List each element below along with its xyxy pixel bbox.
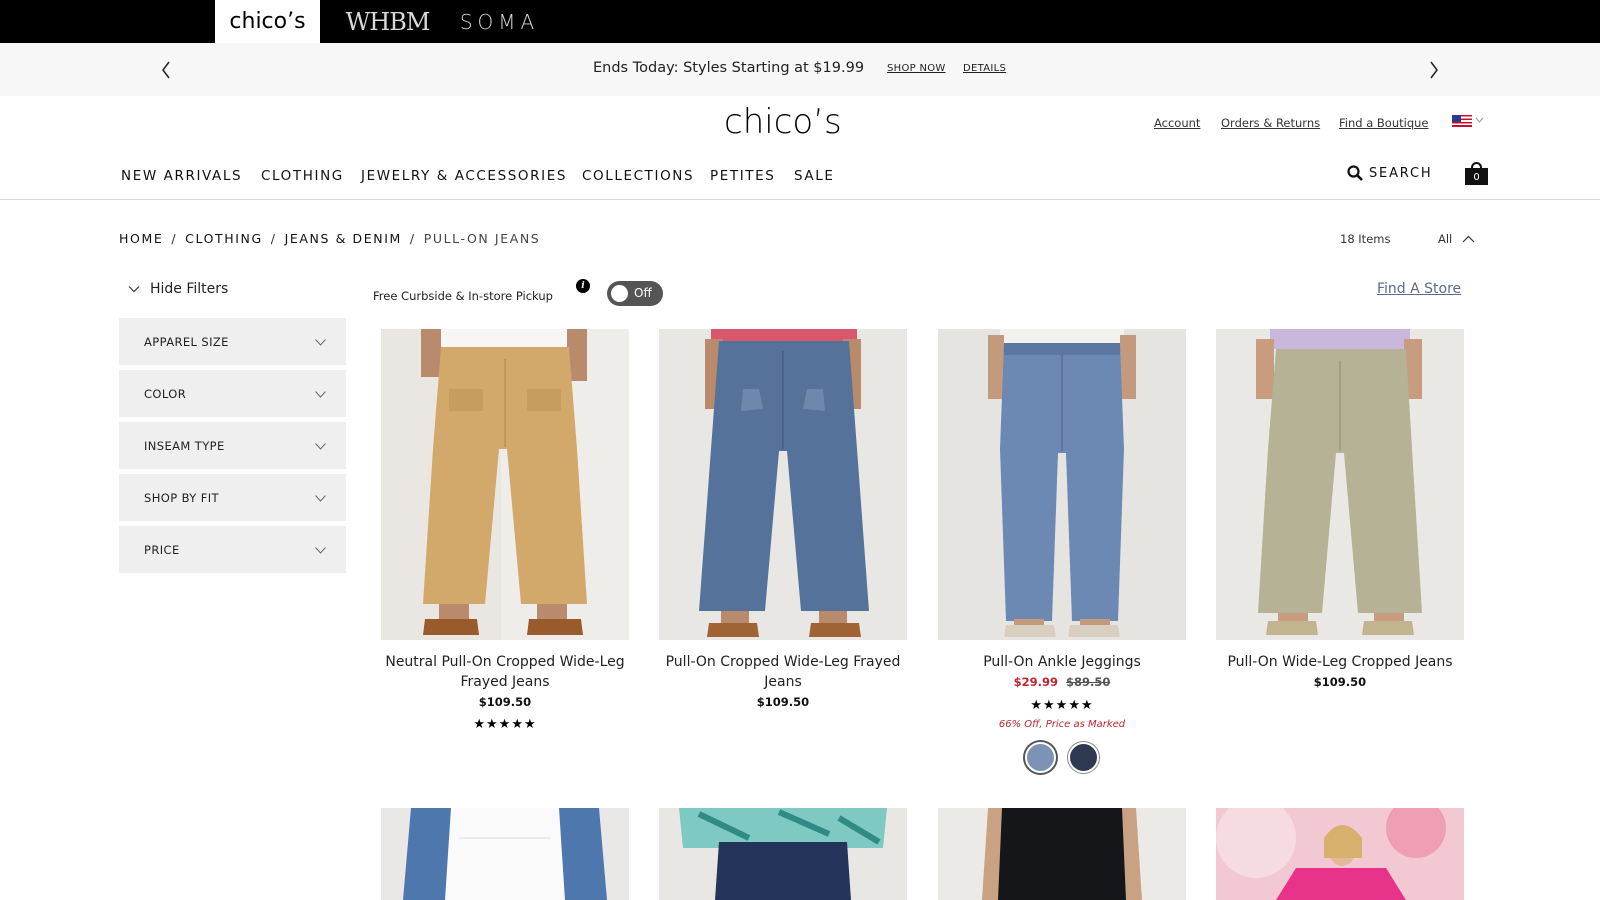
product-price: $109.50 (1313, 675, 1367, 689)
product-name[interactable]: Pull-On Wide-Leg Cropped Jeans (1216, 652, 1464, 672)
filter-inseam-type[interactable]: INSEAM TYPE (119, 422, 346, 469)
filter-label: INSEAM TYPE (144, 439, 225, 453)
product-image[interactable] (1216, 329, 1464, 640)
view-all-label: All (1438, 232, 1453, 246)
rating-stars[interactable]: ★★★★★ (381, 717, 629, 732)
breadcrumb: HOME / CLOTHING / JEANS & DENIM / PULL-ON JEAN… (119, 231, 541, 246)
us-flag-icon[interactable] (1452, 115, 1474, 129)
product-image[interactable] (938, 329, 1186, 640)
view-all-dropdown[interactable]: All (1438, 232, 1475, 246)
search-button[interactable]: SEARCH (1347, 163, 1432, 183)
site-logo[interactable]: chico’s (724, 102, 874, 142)
chevron-down-icon (315, 547, 326, 554)
filter-color[interactable]: COLOR (119, 370, 346, 417)
nav-petites[interactable]: PETITES (710, 168, 775, 184)
chevron-down-icon (315, 339, 326, 346)
chevron-down-icon (315, 443, 326, 450)
color-swatches (938, 742, 1186, 773)
account-link[interactable]: Account (1154, 116, 1200, 130)
sale-price: $29.99 (1013, 675, 1058, 689)
promo-message: Ends Today: Styles Starting at $19.99 (593, 60, 865, 76)
brand-bar: chico’s WHBM SOMA (0, 0, 1600, 43)
nav-sale[interactable]: SALE (794, 168, 835, 184)
filter-price[interactable]: PRICE (119, 526, 346, 573)
items-count: 18 Items (1340, 232, 1391, 246)
filter-label: PRICE (144, 543, 180, 557)
product-price: $109.50 (756, 695, 810, 709)
search-icon (1347, 165, 1363, 181)
bag-count: 0 (1465, 168, 1488, 185)
nav-collections[interactable]: COLLECTIONS (582, 168, 694, 184)
promo-prev-arrow-icon[interactable] (156, 59, 176, 81)
find-boutique-link[interactable]: Find a Boutique (1339, 116, 1429, 130)
hide-filters-label: Hide Filters (150, 281, 229, 297)
filter-label: APPAREL SIZE (144, 335, 229, 349)
nav-clothing[interactable]: CLOTHING (261, 168, 344, 184)
product-image[interactable] (381, 808, 629, 900)
breadcrumb-home[interactable]: HOME (119, 231, 163, 246)
swatch-dark-wash[interactable] (1068, 742, 1099, 773)
nav-jewelry-accessories[interactable]: JEWELRY & ACCESSORIES (361, 168, 567, 184)
product-image[interactable] (659, 808, 907, 900)
filter-label: SHOP BY FIT (144, 491, 219, 505)
shopping-bag-icon[interactable]: 0 (1464, 162, 1490, 186)
hide-filters-button[interactable]: Hide Filters (128, 281, 228, 297)
promo-banner: Ends Today: Styles Starting at $19.99 SH… (0, 43, 1600, 96)
chevron-up-icon (1462, 235, 1475, 243)
details-link[interactable]: DETAILS (963, 63, 1006, 74)
product-name[interactable]: Pull-On Ankle Jeggings (938, 652, 1186, 672)
product-image[interactable] (381, 329, 629, 640)
nav-new-arrivals[interactable]: NEW ARRIVALS (121, 168, 242, 184)
swatch-light-wash[interactable] (1025, 742, 1056, 773)
chevron-down-icon (315, 495, 326, 502)
product-image[interactable] (659, 329, 907, 640)
find-a-store-link[interactable]: Find A Store (1377, 281, 1461, 297)
brand-tab-soma[interactable]: SOMA (452, 0, 547, 43)
product-name[interactable]: Pull-On Cropped Wide-Leg Frayed Jeans (659, 652, 907, 692)
pickup-toggle[interactable]: Off (607, 281, 663, 306)
shop-now-link[interactable]: SHOP NOW (887, 63, 946, 74)
product-price: $109.50 (478, 695, 532, 709)
pickup-label: Free Curbside & In-store Pickup (373, 289, 553, 303)
product-price: $29.99 $89.50 (938, 675, 1186, 689)
header-divider (0, 199, 1600, 200)
filter-shop-by-fit[interactable]: SHOP BY FIT (119, 474, 346, 521)
filter-apparel-size[interactable]: APPAREL SIZE (119, 318, 346, 365)
breadcrumb-clothing[interactable]: CLOTHING (185, 231, 263, 246)
brand-tab-chicos[interactable]: chico’s (215, 0, 320, 43)
product-promo-message: 66% Off, Price as Marked (998, 719, 1126, 730)
chevron-down-icon (128, 286, 140, 293)
search-label: SEARCH (1369, 165, 1433, 181)
breadcrumb-jeans-denim[interactable]: JEANS & DENIM (285, 231, 402, 246)
breadcrumb-current: PULL-ON JEANS (423, 231, 541, 246)
promo-next-arrow-icon[interactable] (1424, 59, 1444, 81)
info-icon[interactable]: i (576, 279, 590, 293)
rating-stars[interactable]: ★★★★★ (938, 698, 1186, 713)
toggle-knob (611, 285, 628, 302)
chevron-down-icon[interactable] (1475, 116, 1484, 124)
chevron-down-icon (315, 391, 326, 398)
product-image[interactable] (1216, 808, 1464, 900)
product-name[interactable]: Neutral Pull-On Cropped Wide-Leg Frayed … (381, 652, 629, 692)
product-image[interactable] (938, 808, 1186, 900)
filter-label: COLOR (144, 387, 187, 401)
brand-tab-whbm[interactable]: WHBM (345, 0, 431, 43)
toggle-state: Off (634, 286, 652, 300)
original-price: $89.50 (1066, 675, 1111, 689)
orders-returns-link[interactable]: Orders & Returns (1221, 116, 1320, 130)
